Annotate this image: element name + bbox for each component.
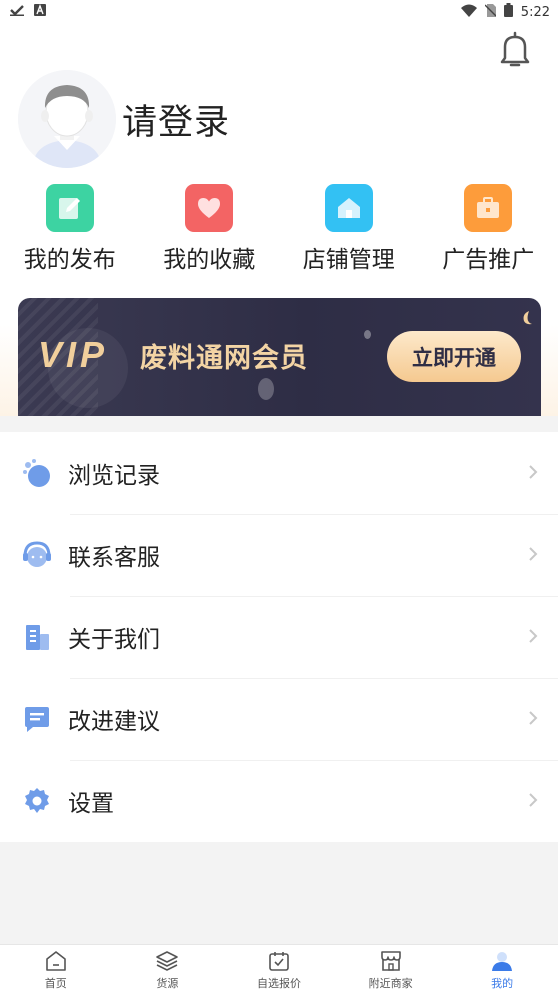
menu-item-label: 联系客服 [68,545,160,571]
quick-action-favorites[interactable]: 我的收藏 [140,184,280,274]
chevron-right-icon [528,628,538,644]
menu-item-about-us[interactable]: 关于我们 [0,596,558,678]
battery-icon [503,3,513,21]
heart-icon [185,184,234,232]
briefcase-icon [464,184,513,232]
tab-home[interactable]: 首页 [0,945,112,992]
avatar[interactable] [18,70,116,168]
quick-actions: 我的发布 我的收藏 店铺管理 广告推广 [0,184,558,274]
history-icon [22,458,52,488]
profile-section[interactable]: 请登录 [18,70,230,168]
menu-item-settings[interactable]: 设置 [0,760,558,842]
gear-icon [22,786,52,816]
calendar-check-icon [267,949,291,973]
vip-banner[interactable]: VIP 废料通网会员 立即开通 [18,298,541,416]
menu-item-label: 浏览记录 [68,463,160,489]
tab-label: 首页 [44,977,67,990]
tab-label: 附近商家 [368,977,413,990]
quick-action-label: 广告推广 [442,247,535,273]
customer-service-icon [22,540,52,570]
quick-action-label: 店铺管理 [302,247,395,273]
tab-label: 自选报价 [256,977,301,990]
login-prompt[interactable]: 请登录 [122,94,230,145]
app-notification-icon [34,4,46,20]
chevron-right-icon [528,792,538,808]
vip-title: 废料通网会员 [140,343,308,374]
quick-action-my-posts[interactable]: 我的发布 [0,184,140,274]
chevron-right-icon [528,710,538,726]
menu-item-customer-service[interactable]: 联系客服 [0,514,558,596]
menu-item-history[interactable]: 浏览记录 [0,432,558,514]
moon-icon [521,310,533,325]
vip-open-button[interactable]: 立即开通 [387,331,521,382]
quick-action-shop-manage[interactable]: 店铺管理 [279,184,419,274]
no-sim-icon [484,3,497,21]
notification-bell-icon[interactable] [498,30,532,70]
quick-action-label: 我的收藏 [163,247,256,273]
tab-label: 我的 [491,977,514,990]
tab-mine[interactable]: 我的 [446,945,558,992]
building-icon [22,622,52,652]
layers-icon [155,949,179,973]
tab-nearby-merchants[interactable]: 附近商家 [335,945,447,992]
home-icon [324,184,373,232]
chevron-right-icon [528,546,538,562]
quick-action-advertising[interactable]: 广告推广 [419,184,558,274]
edit-icon [45,184,94,232]
vip-logo: VIP [38,334,109,375]
wifi-icon [460,4,477,21]
bottom-tab-bar: 首页 货源 自选报价 附近商家 我的 [0,944,558,992]
tab-supply[interactable]: 货源 [112,945,224,992]
status-time: 5:22 [520,4,550,20]
check-notification-icon [10,4,24,20]
menu-list: 浏览记录 联系客服 关于我们 改进建议 设置 [0,432,558,842]
menu-item-label: 改进建议 [68,709,160,735]
banner-decoration [258,378,274,400]
status-bar: 5:22 [0,0,558,24]
profile-icon [490,949,514,973]
shop-icon [379,949,403,973]
tab-quotes[interactable]: 自选报价 [223,945,335,992]
tab-label: 货源 [156,977,179,990]
quick-action-label: 我的发布 [23,247,116,273]
menu-item-label: 关于我们 [68,627,160,653]
chevron-right-icon [528,464,538,480]
menu-item-feedback[interactable]: 改进建议 [0,678,558,760]
message-icon [22,704,52,734]
home-tab-icon [44,949,68,973]
banner-decoration [364,330,371,339]
menu-item-label: 设置 [68,791,114,817]
